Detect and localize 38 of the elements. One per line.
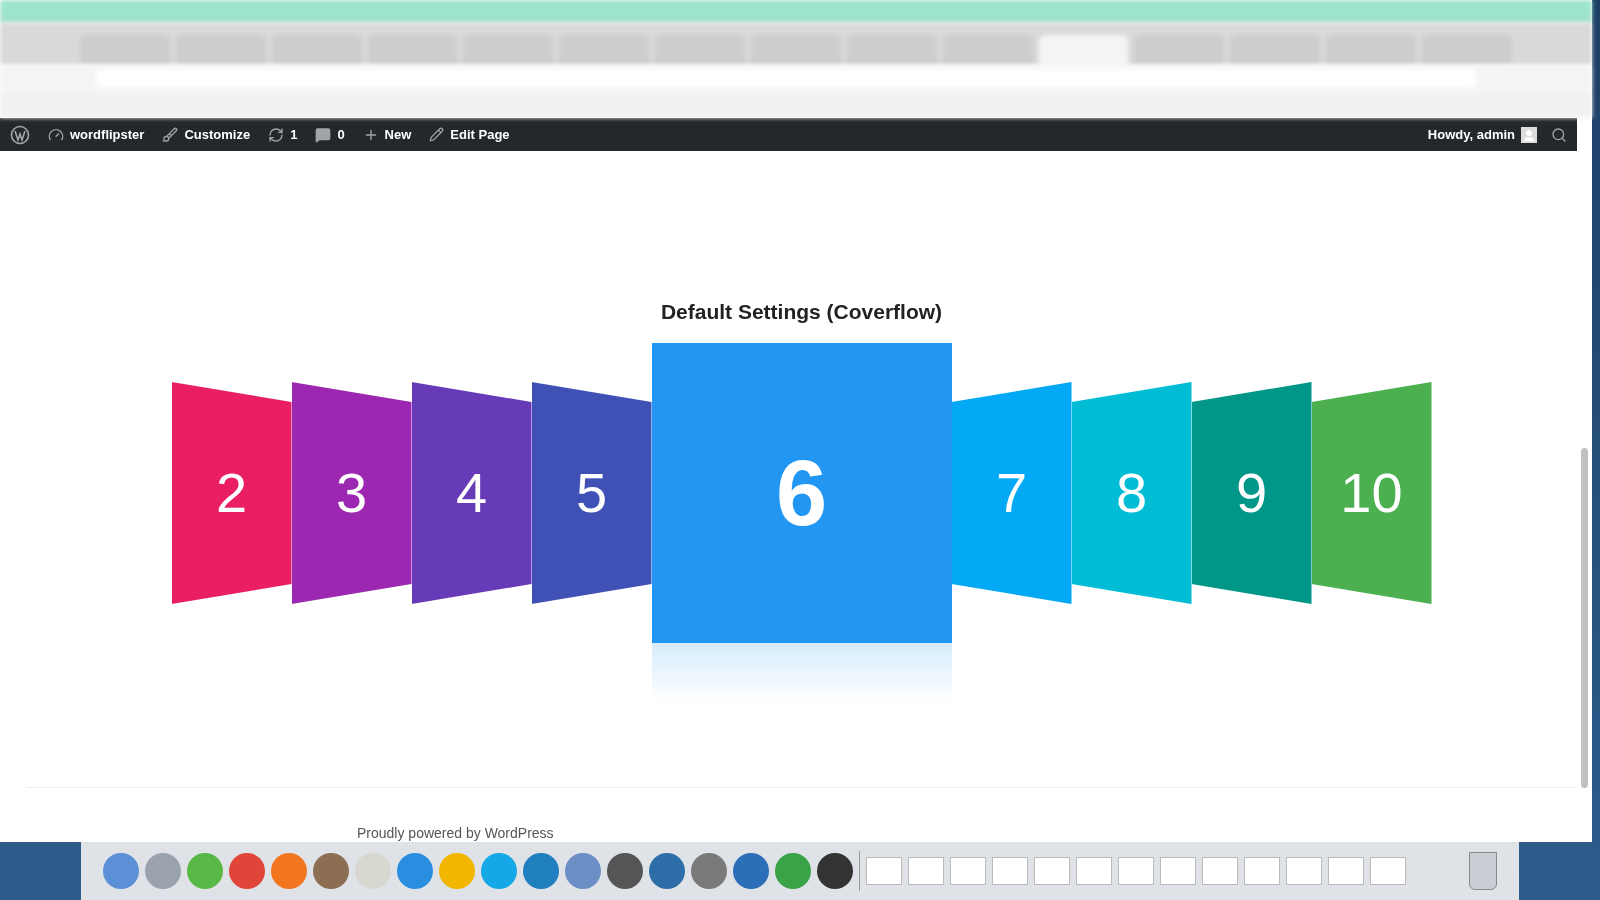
trash-icon[interactable] [1469,852,1497,890]
window-thumbnail[interactable] [1202,857,1238,885]
search-icon[interactable] [1551,126,1567,143]
dashboard-gauge-icon [48,126,64,143]
pencil-icon [429,127,445,142]
updates-link[interactable]: 1 [268,124,298,145]
app-icon[interactable] [607,853,643,889]
account-link[interactable]: Howdy, admin [1427,124,1537,145]
wordpress-logo-icon[interactable] [10,124,30,145]
window-thumbnail[interactable] [908,857,944,885]
comment-bubble-icon [315,126,332,143]
site-name-link[interactable]: wordflipster [48,124,145,145]
window-thumbnail[interactable] [866,857,902,885]
coverflow-slide[interactable]: 9 [1191,382,1312,604]
window-thumbnail[interactable] [1244,857,1280,885]
window-thumbnail[interactable] [1328,857,1364,885]
window-thumbnail[interactable] [1160,857,1196,885]
window-thumbnail[interactable] [1370,857,1406,885]
window-thumbnail[interactable] [1076,857,1112,885]
window-thumbnail[interactable] [950,857,986,885]
edit-page-link[interactable]: Edit Page [429,124,510,145]
coverflow-slide[interactable]: 3 [291,382,412,604]
refresh-icon [268,126,285,143]
comments-link[interactable]: 0 [315,124,345,145]
coverflow-slide[interactable]: 2 [171,382,292,604]
window-thumbnail[interactable] [992,857,1028,885]
coverflow-slide[interactable]: 4 [411,382,532,604]
brush-icon [162,126,179,143]
window-thumbnail[interactable] [1118,857,1154,885]
page-title: Default Settings (Coverflow) [660,299,943,324]
new-link[interactable]: New [362,124,412,145]
footer-credit-link[interactable]: Proudly powered by WordPress [357,824,554,842]
app-icon[interactable] [649,853,685,889]
window-thumbnail[interactable] [1286,857,1322,885]
window-thumbnail[interactable] [1034,857,1070,885]
customize-link[interactable]: Customize [162,124,251,145]
coverflow-slide[interactable]: 5 [531,382,652,604]
app-icon[interactable] [817,853,853,889]
